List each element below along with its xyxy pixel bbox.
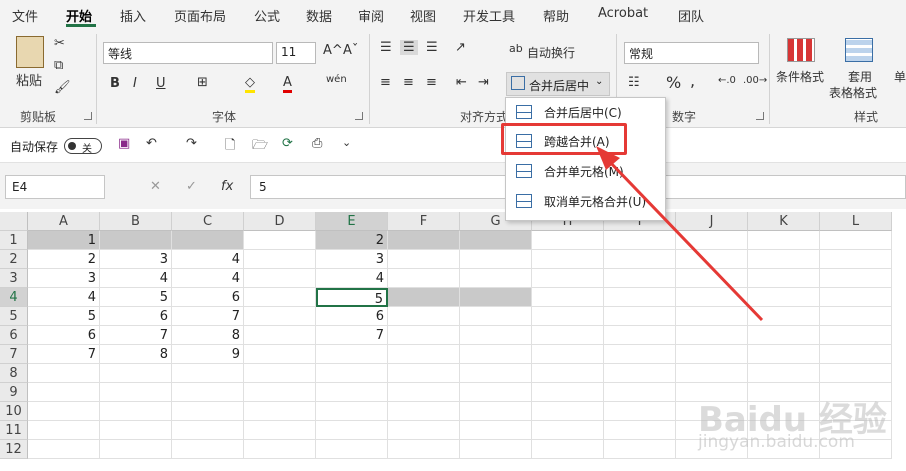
arrow-shaft [606, 158, 764, 322]
arrow-head [596, 146, 620, 170]
watermark-url: jingyan.baidu.com [698, 432, 855, 452]
